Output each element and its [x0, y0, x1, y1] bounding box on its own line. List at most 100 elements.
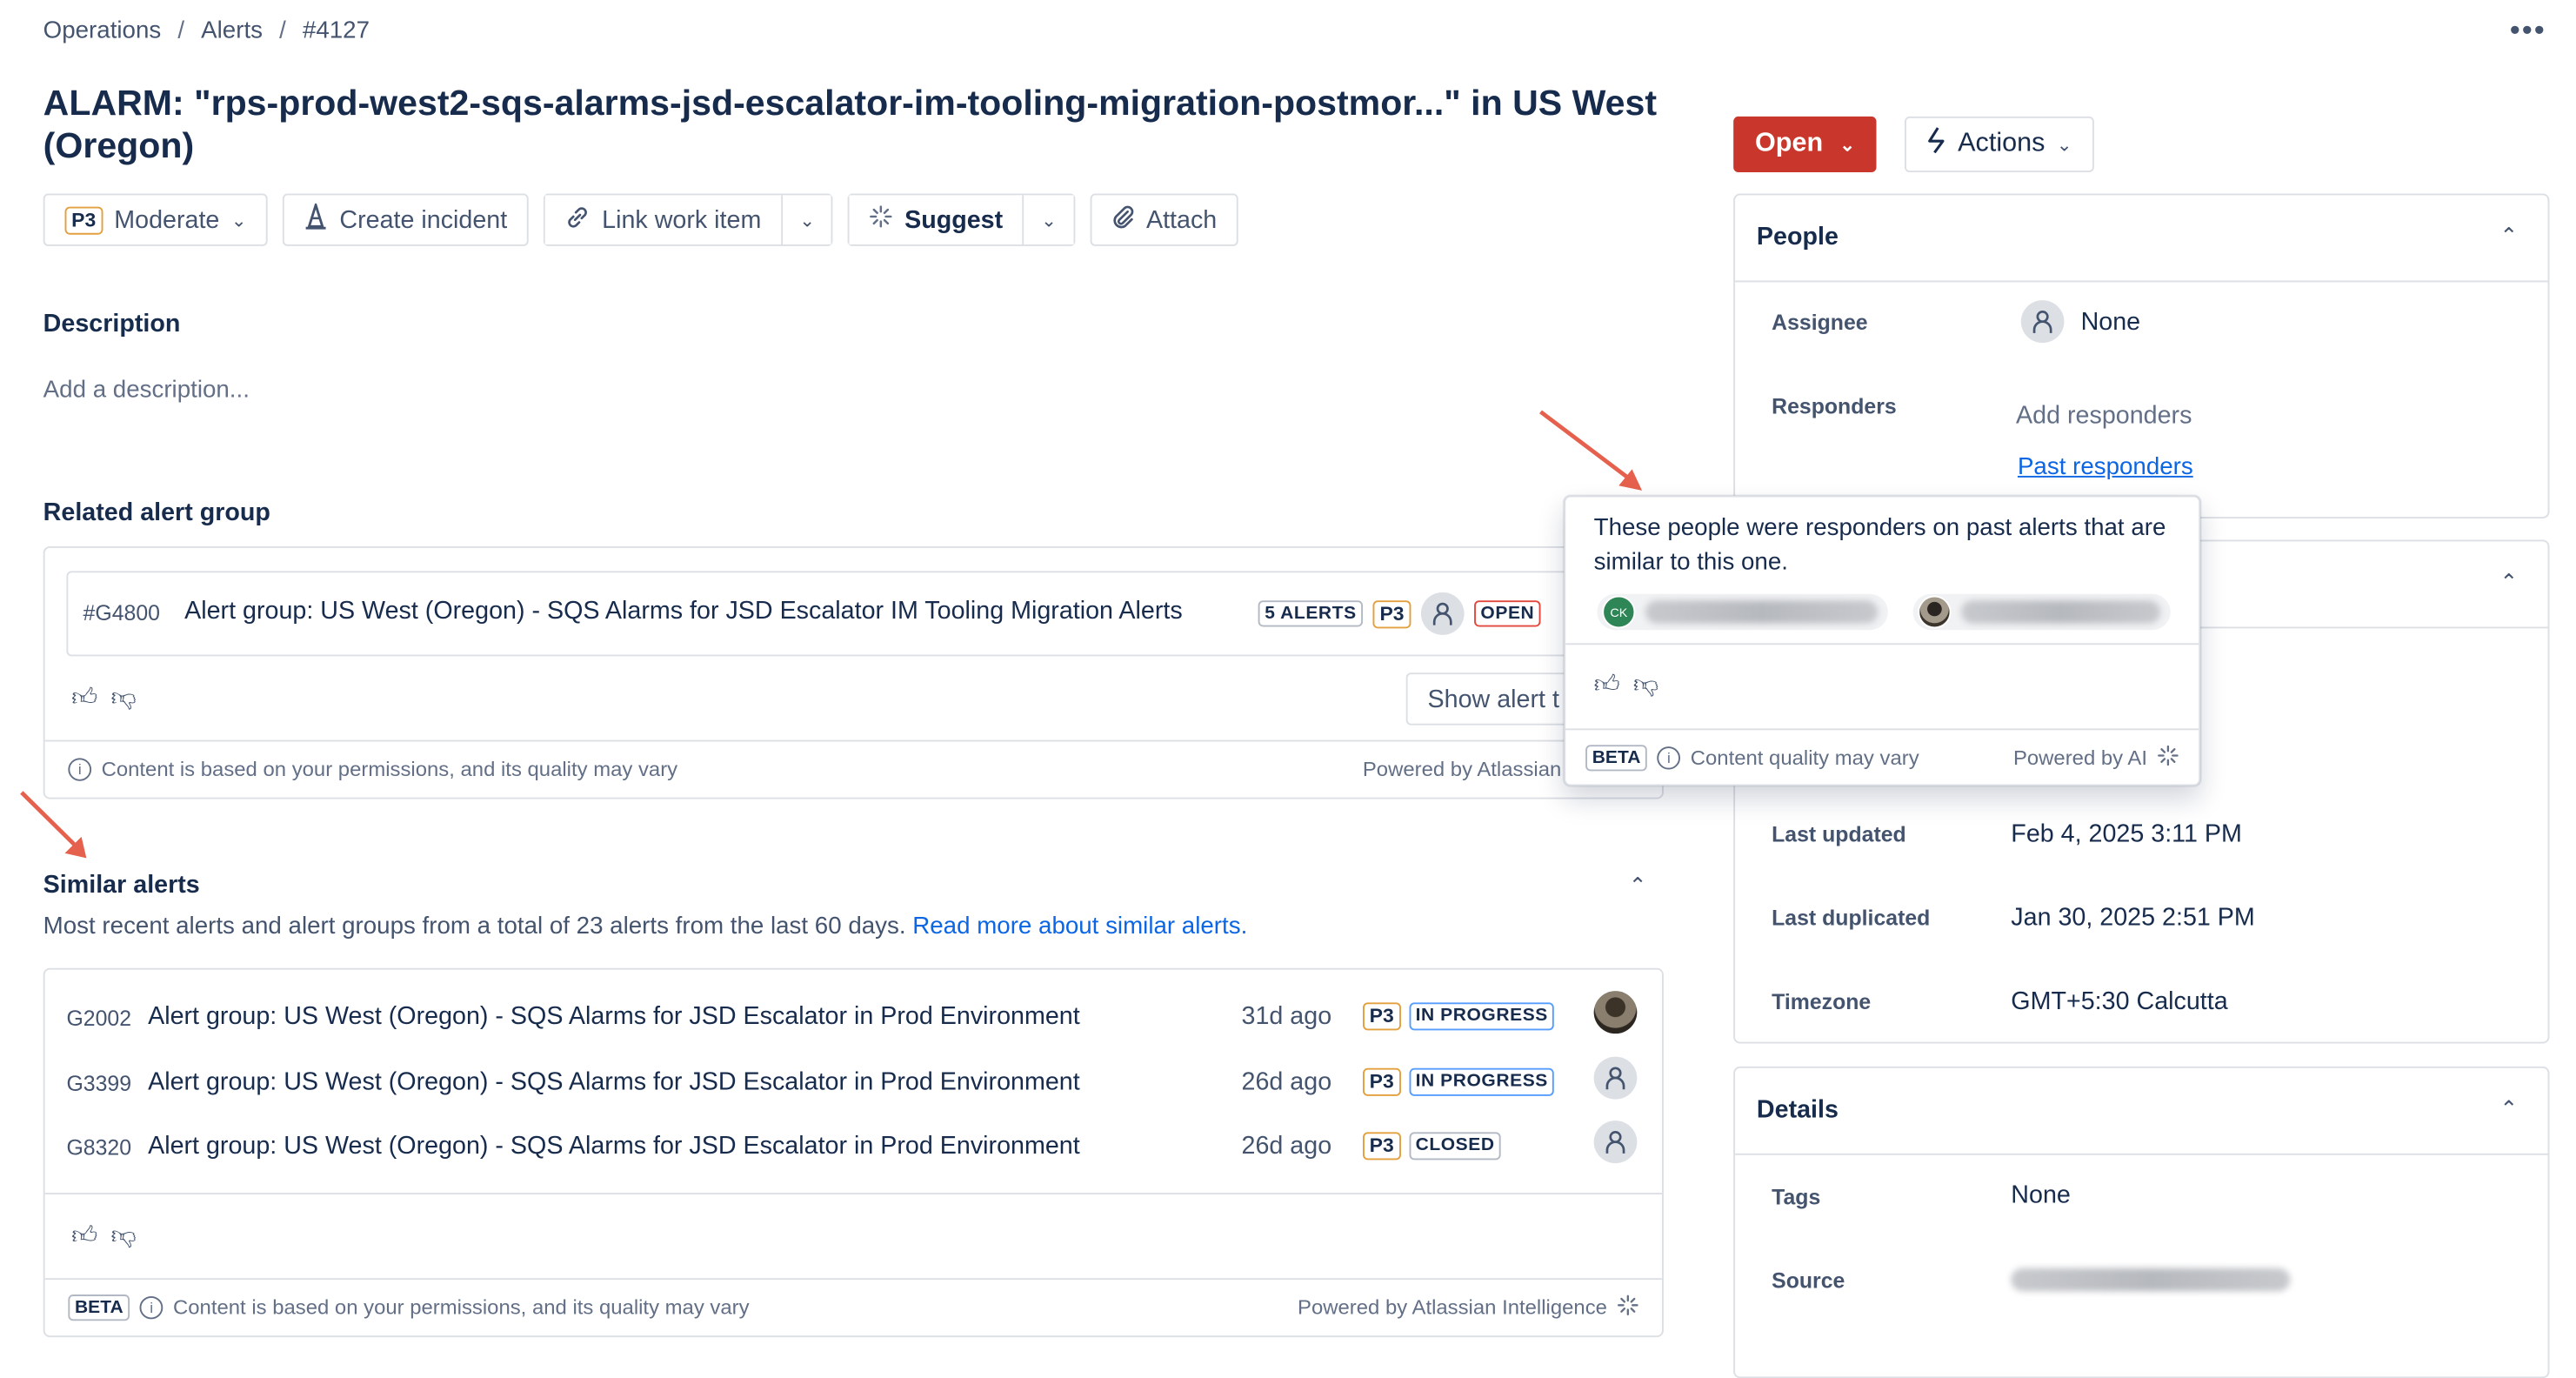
more-actions-ellipsis-icon[interactable]: •••: [2510, 13, 2546, 48]
related-alert-group-heading: Related alert group: [43, 498, 270, 527]
breadcrumb: Operations / Alerts / #4127: [43, 18, 370, 44]
alert-age: 26d ago: [1241, 1067, 1332, 1096]
actions-dropdown-button[interactable]: Actions ⌄: [1905, 116, 2094, 173]
breadcrumb-separator: /: [177, 17, 185, 44]
alert-badges: P3 IN PROGRESS: [1363, 1067, 1555, 1096]
create-incident-button[interactable]: Create incident: [283, 193, 530, 246]
breadcrumb-alerts[interactable]: Alerts: [201, 18, 263, 44]
info-icon: i: [1657, 746, 1681, 769]
priority-badge: P3: [1363, 1132, 1401, 1161]
breadcrumb-alert-id[interactable]: #4127: [303, 18, 370, 44]
priority-badge: P3: [1363, 1002, 1401, 1031]
tags-value[interactable]: None: [2011, 1181, 2071, 1209]
ai-footer: BETA i Content quality may vary Powered …: [1565, 728, 2199, 784]
tags-label: Tags: [1772, 1184, 1821, 1209]
details-panel-header[interactable]: Details ⌃: [1735, 1068, 2548, 1155]
feedback-buttons: 👍︎ 👎︎: [71, 1222, 136, 1252]
alert-badges: P3 CLOSED: [1363, 1132, 1502, 1161]
link-work-item-button[interactable]: Link work item: [545, 195, 782, 245]
attach-button[interactable]: Attach: [1089, 193, 1239, 246]
thumbs-up-icon[interactable]: 👍︎: [71, 1222, 97, 1252]
details-heading: Details: [1756, 1095, 1839, 1124]
assignee-avatar: [1593, 991, 1638, 1034]
annotation-arrow-icon: [1539, 410, 1643, 491]
alert-group-id: #G4800: [83, 600, 160, 625]
timezone-label: Timezone: [1772, 989, 1872, 1014]
status-label: Open: [1755, 129, 1824, 158]
assignee-field[interactable]: None: [2020, 300, 2140, 344]
chevron-down-icon: ⌄: [1839, 135, 1855, 156]
collapse-chevron-up-icon[interactable]: ⌃: [2499, 1096, 2518, 1122]
source-label: Source: [1772, 1268, 1845, 1294]
past-responders-link[interactable]: Past responders: [2018, 454, 2193, 480]
responder-chip[interactable]: CK: [1597, 593, 1888, 631]
breadcrumb-separator: /: [279, 17, 286, 44]
similar-alerts-heading: Similar alerts: [43, 871, 200, 900]
info-icon: i: [68, 758, 92, 781]
ai-sparkle-icon: [2157, 744, 2179, 770]
lightning-bolt-icon: [1926, 126, 1946, 162]
suggest-button[interactable]: Suggest: [850, 195, 1024, 245]
show-alerts-button[interactable]: Show alert t: [1405, 672, 1581, 726]
incident-cone-icon: [304, 200, 328, 237]
suggest-dropdown[interactable]: ⌄: [1023, 195, 1073, 245]
last-duplicated-label: Last duplicated: [1772, 906, 1931, 931]
responder-avatar: [1918, 595, 1952, 629]
add-responders-input[interactable]: Add responders: [2016, 402, 2192, 430]
thumbs-up-icon[interactable]: 👍︎: [1594, 671, 1620, 700]
alert-age: 26d ago: [1241, 1132, 1332, 1161]
thumbs-down-icon[interactable]: 👎︎: [110, 684, 136, 713]
people-panel-header[interactable]: People ⌃: [1735, 195, 2548, 283]
chevron-down-icon: ⌄: [230, 211, 247, 231]
responder-name-redacted: [1960, 600, 2161, 624]
read-more-link[interactable]: Read more about similar alerts.: [912, 914, 1247, 940]
thumbs-down-icon[interactable]: 👎︎: [1633, 671, 1658, 700]
status-badge: OPEN: [1473, 600, 1541, 627]
alert-detail-page: Operations / Alerts / #4127 ••• ALARM: "rps-…: [0, 0, 2576, 1378]
details-panel: Details ⌃ Tags None Source: [1733, 1066, 2550, 1378]
collapse-chevron-up-icon[interactable]: ⌃: [2499, 569, 2518, 595]
related-alert-group-row[interactable]: #G4800 Alert group: US West (Oregon) - S…: [66, 571, 1663, 657]
divider: [1565, 643, 2199, 646]
link-icon: [565, 204, 591, 236]
similar-alert-row[interactable]: G2002 Alert group: US West (Oregon) - SQ…: [45, 986, 1662, 1048]
responders-label: Responders: [1772, 393, 1897, 418]
priority-badge: P3: [1372, 599, 1411, 628]
alert-title: Alert group: US West (Oregon) - SQS Alar…: [148, 1067, 1080, 1096]
feedback-buttons: 👍︎ 👎︎: [71, 684, 136, 713]
status-badge: IN PROGRESS: [1408, 1067, 1555, 1096]
thumbs-down-icon[interactable]: 👎︎: [110, 1222, 136, 1252]
timezone-value: GMT+5:30 Calcutta: [2011, 987, 2228, 1016]
ai-footer-note: Content is based on your permissions, an…: [101, 758, 678, 781]
collapse-chevron-up-icon[interactable]: ⌃: [1629, 873, 1647, 899]
unassigned-avatar-icon: [1593, 1120, 1638, 1164]
related-alert-group-card: #G4800 Alert group: US West (Oregon) - S…: [43, 546, 1664, 799]
link-work-item-label: Link work item: [602, 205, 762, 234]
status-dropdown-button[interactable]: Open ⌄: [1733, 116, 1877, 173]
unassigned-avatar-icon: [1420, 592, 1465, 635]
similar-alerts-subtitle: Most recent alerts and alert groups from…: [43, 914, 1248, 940]
alert-id: G2002: [66, 1006, 132, 1031]
thumbs-up-icon[interactable]: 👍︎: [71, 684, 97, 713]
powered-by-label: Powered by AI: [2012, 746, 2148, 769]
priority-dropdown[interactable]: P3 Moderate ⌄: [43, 193, 269, 246]
create-incident-label: Create incident: [339, 205, 508, 234]
powered-by-label: Powered by Atlassian Intelligence: [1298, 1295, 1607, 1320]
attach-label: Attach: [1145, 205, 1218, 234]
collapse-chevron-up-icon[interactable]: ⌃: [2499, 223, 2518, 249]
alert-count-badge: 5 ALERTS: [1258, 600, 1364, 627]
responder-avatar: CK: [1602, 595, 1636, 629]
alert-badges: P3 IN PROGRESS: [1363, 1002, 1555, 1031]
description-input[interactable]: Add a description...: [43, 378, 250, 404]
paperclip-icon: [1111, 204, 1135, 236]
similar-alert-row[interactable]: G8320 Alert group: US West (Oregon) - SQ…: [45, 1115, 1662, 1178]
people-panel: People ⌃ Assignee None Responders Add re…: [1733, 193, 2550, 518]
similar-alerts-summary: Most recent alerts and alert groups from…: [43, 913, 906, 940]
breadcrumb-operations[interactable]: Operations: [43, 18, 162, 44]
alert-id: G8320: [66, 1135, 132, 1161]
responder-chip[interactable]: [1912, 593, 2171, 631]
similar-alert-row[interactable]: G3399 Alert group: US West (Oregon) - SQ…: [45, 1052, 1662, 1114]
beta-badge: BETA: [1585, 744, 1648, 771]
ai-footer: BETA i Content is based on your permissi…: [44, 1278, 1662, 1335]
link-work-item-dropdown[interactable]: ⌄: [781, 195, 832, 245]
